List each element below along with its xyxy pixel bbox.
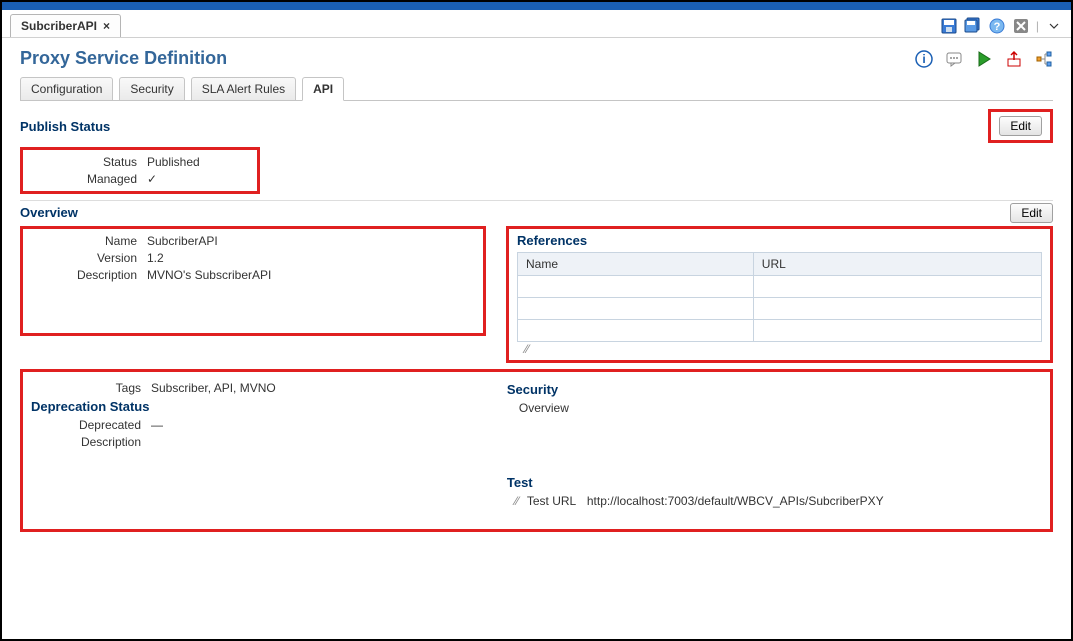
svg-text:i: i bbox=[922, 52, 925, 66]
table-row bbox=[517, 298, 1041, 320]
deprecation-description-value bbox=[151, 435, 487, 449]
description-label: Description bbox=[27, 268, 147, 282]
save-icon[interactable] bbox=[940, 17, 958, 35]
help-icon[interactable]: ? bbox=[988, 17, 1006, 35]
tab-configuration[interactable]: Configuration bbox=[20, 77, 113, 101]
tags-label: Tags bbox=[31, 381, 151, 395]
close-all-icon[interactable] bbox=[1012, 17, 1030, 35]
status-label: Status bbox=[27, 155, 147, 169]
name-label: Name bbox=[27, 234, 147, 248]
security-overview-label: Overview bbox=[519, 401, 569, 415]
dropdown-arrow-icon[interactable] bbox=[1045, 17, 1063, 35]
description-value: MVNO's SubscriberAPI bbox=[147, 268, 479, 282]
save-all-icon[interactable] bbox=[964, 17, 982, 35]
page-action-icons: i bbox=[915, 50, 1053, 68]
table-row bbox=[517, 276, 1041, 298]
divider: | bbox=[1036, 19, 1039, 33]
export-icon[interactable] bbox=[1005, 50, 1023, 68]
resize-handle-icon[interactable]: ⁄⁄ bbox=[517, 342, 529, 356]
test-header: Test bbox=[507, 475, 1042, 490]
editor-tab-subscriberapi[interactable]: SubcriberAPI × bbox=[10, 14, 121, 37]
close-icon[interactable]: × bbox=[103, 19, 110, 33]
window-top-bar bbox=[2, 2, 1071, 10]
highlight-publish-status: Status Published Managed ✓ bbox=[20, 147, 260, 194]
highlight-edit-publish: Edit bbox=[988, 109, 1053, 143]
name-value: SubcriberAPI bbox=[147, 234, 479, 248]
references-url-col: URL bbox=[753, 253, 1041, 276]
edit-overview-button[interactable]: Edit bbox=[1010, 203, 1053, 223]
security-header: Security bbox=[507, 382, 1042, 397]
status-value: Published bbox=[147, 155, 253, 169]
references-header: References bbox=[517, 233, 1042, 248]
references-name-col: Name bbox=[517, 253, 753, 276]
highlight-references: References Name URL ⁄⁄ bbox=[506, 226, 1053, 363]
version-label: Version bbox=[27, 251, 147, 265]
comment-icon[interactable] bbox=[945, 50, 963, 68]
overview-header: Overview bbox=[20, 205, 78, 220]
deprecation-description-label: Description bbox=[31, 435, 151, 449]
info-icon[interactable]: i bbox=[915, 50, 933, 68]
resize-handle-icon[interactable]: ⁄⁄ bbox=[507, 494, 527, 508]
svg-text:?: ? bbox=[994, 21, 1001, 33]
deprecation-header: Deprecation Status bbox=[31, 399, 487, 414]
toolbar-right: ? | bbox=[940, 17, 1063, 35]
tab-security[interactable]: Security bbox=[119, 77, 184, 101]
tags-value: Subscriber, API, MVNO bbox=[151, 381, 487, 395]
editor-tabbar: SubcriberAPI × ? | bbox=[2, 10, 1071, 38]
references-table: Name URL bbox=[517, 252, 1042, 342]
test-url-label: Test URL bbox=[527, 494, 587, 508]
subtabs: Configuration Security SLA Alert Rules A… bbox=[20, 77, 1053, 101]
test-url-value: http://localhost:7003/default/WBCV_APIs/… bbox=[587, 494, 1042, 508]
highlight-overview: Name SubcriberAPI Version 1.2 Descriptio… bbox=[20, 226, 486, 336]
managed-check-icon: ✓ bbox=[147, 172, 253, 186]
content-area: Proxy Service Definition i Configuration… bbox=[2, 38, 1071, 532]
run-icon[interactable] bbox=[975, 50, 993, 68]
tree-icon[interactable] bbox=[1035, 50, 1053, 68]
deprecated-value: — bbox=[151, 418, 487, 432]
deprecated-label: Deprecated bbox=[31, 418, 151, 432]
version-value: 1.2 bbox=[147, 251, 479, 265]
tab-title: SubcriberAPI bbox=[21, 19, 97, 33]
highlight-bottom-section: Tags Subscriber, API, MVNO Deprecation S… bbox=[20, 369, 1053, 532]
page-title: Proxy Service Definition bbox=[20, 48, 227, 69]
managed-label: Managed bbox=[27, 172, 147, 186]
publish-status-header: Publish Status bbox=[20, 119, 110, 134]
tab-api[interactable]: API bbox=[302, 77, 344, 101]
tab-sla-alert-rules[interactable]: SLA Alert Rules bbox=[191, 77, 296, 101]
edit-publish-button[interactable]: Edit bbox=[999, 116, 1042, 136]
table-row bbox=[517, 320, 1041, 342]
